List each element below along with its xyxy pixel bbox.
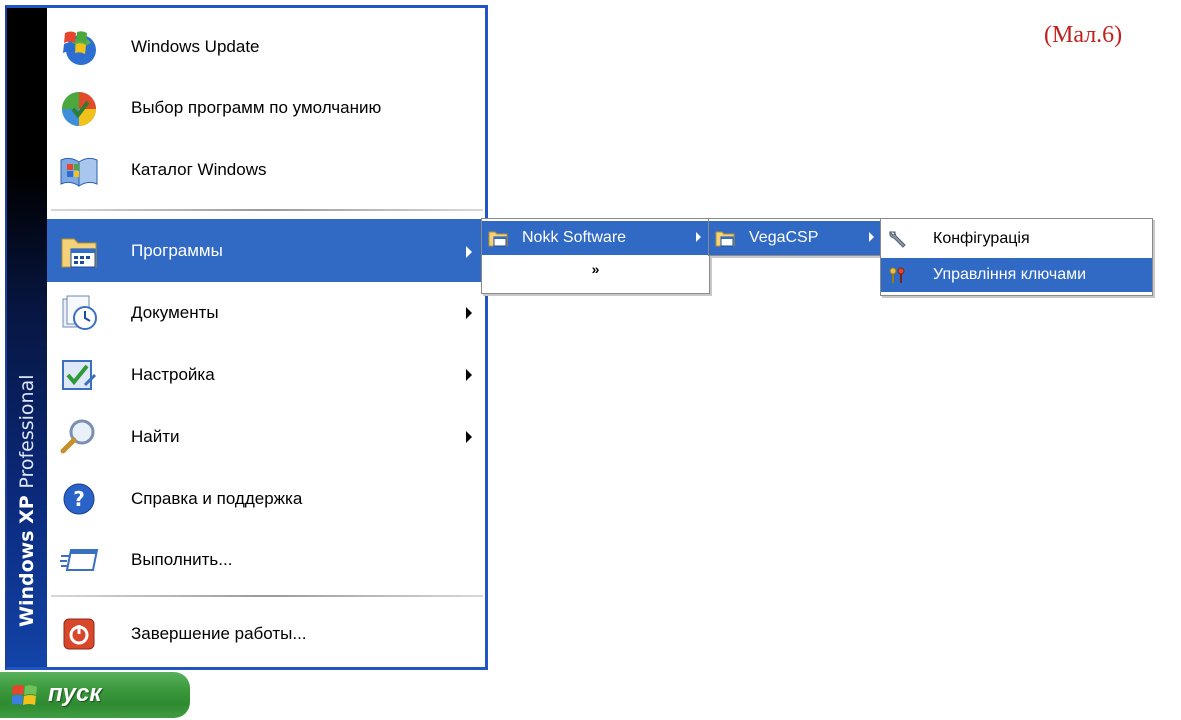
program-group-icon — [715, 231, 735, 247]
submenu-arrow-icon — [869, 232, 874, 242]
submenu-item-configuration[interactable]: Конфігурація — [881, 222, 1152, 256]
menu-item-label: Документы — [131, 303, 219, 322]
menu-item-settings[interactable]: Настройка — [47, 346, 485, 404]
submenu-item-key-management[interactable]: Управління ключами — [881, 258, 1152, 292]
windows-flag-icon — [12, 685, 37, 705]
submenu-arrow-icon — [696, 232, 701, 242]
menu-item-label: Windows Update — [131, 37, 260, 56]
submenu-item-vegacsp[interactable]: VegaCSP — [709, 221, 882, 255]
nokk-software-submenu: VegaCSP — [708, 218, 883, 256]
programs-folder-icon — [61, 238, 97, 268]
figure-caption: (Мал.6) — [1044, 22, 1123, 48]
programs-submenu: Nokk Software » — [481, 218, 710, 294]
start-button[interactable]: пуск — [0, 672, 190, 718]
menu-item-shutdown[interactable]: Завершение работы... — [47, 605, 485, 663]
submenu-item-label: Конфігурація — [933, 230, 1030, 247]
run-icon — [60, 549, 99, 571]
default-programs-icon — [62, 92, 96, 126]
menu-item-default-programs[interactable]: Выбор программ по умолчанию — [47, 79, 485, 137]
submenu-arrow-icon — [466, 369, 472, 381]
menu-separator — [51, 595, 483, 597]
menu-item-label: Справка и поддержка — [131, 489, 303, 508]
submenu-item-nokk-software[interactable]: Nokk Software — [482, 221, 709, 255]
menu-item-search[interactable]: Найти — [47, 408, 485, 466]
submenu-item-label: Nokk Software — [522, 229, 627, 246]
submenu-arrow-icon — [466, 307, 472, 319]
vegacsp-submenu: Конфігурація Управління ключами — [880, 218, 1153, 296]
menu-item-label: Выполнить... — [131, 550, 233, 569]
menu-item-label: Завершение работы... — [131, 624, 307, 643]
search-icon — [60, 419, 95, 454]
documents-icon — [62, 295, 97, 330]
menu-item-label: Каталог Windows — [131, 160, 267, 179]
menu-item-run[interactable]: Выполнить... — [47, 531, 485, 589]
submenu-arrow-icon — [466, 246, 472, 258]
help-icon: ? — [63, 483, 95, 515]
brand-light: Professional — [16, 374, 38, 489]
key-management-icon — [889, 267, 905, 283]
menu-item-documents[interactable]: Документы — [47, 284, 485, 342]
wrench-icon — [889, 230, 906, 248]
menu-item-windows-catalog[interactable]: Каталог Windows — [47, 141, 485, 199]
submenu-item-label: Управління ключами — [933, 266, 1087, 283]
windows-catalog-icon — [60, 157, 98, 187]
menu-item-label: Программы — [131, 241, 223, 260]
start-menu: Windows XP Professional Windows Update В… — [5, 5, 488, 670]
shutdown-icon — [63, 618, 95, 650]
submenu-item-label: VegaCSP — [749, 229, 819, 246]
menu-item-windows-update[interactable]: Windows Update — [47, 18, 485, 76]
menu-item-help[interactable]: ? Справка и поддержка — [47, 470, 485, 528]
menu-item-programs[interactable]: Программы — [47, 219, 485, 282]
menu-separator — [51, 209, 483, 211]
program-group-icon — [488, 231, 508, 247]
menu-item-label: Выбор программ по умолчанию — [131, 98, 382, 117]
sidebar-brand: Windows XP Professional — [16, 374, 38, 627]
settings-icon — [62, 360, 97, 390]
submenu-arrow-icon — [466, 431, 472, 443]
menu-item-label: Найти — [131, 427, 180, 446]
svg-text:?: ? — [73, 487, 85, 511]
menu-item-label: Настройка — [131, 365, 215, 384]
start-button-label: пуск — [48, 680, 102, 707]
brand-bold: Windows XP — [16, 495, 38, 627]
start-menu-sidebar: Windows XP Professional — [7, 8, 47, 667]
expand-menu-button[interactable]: » — [482, 253, 709, 287]
windows-update-icon — [63, 31, 96, 65]
